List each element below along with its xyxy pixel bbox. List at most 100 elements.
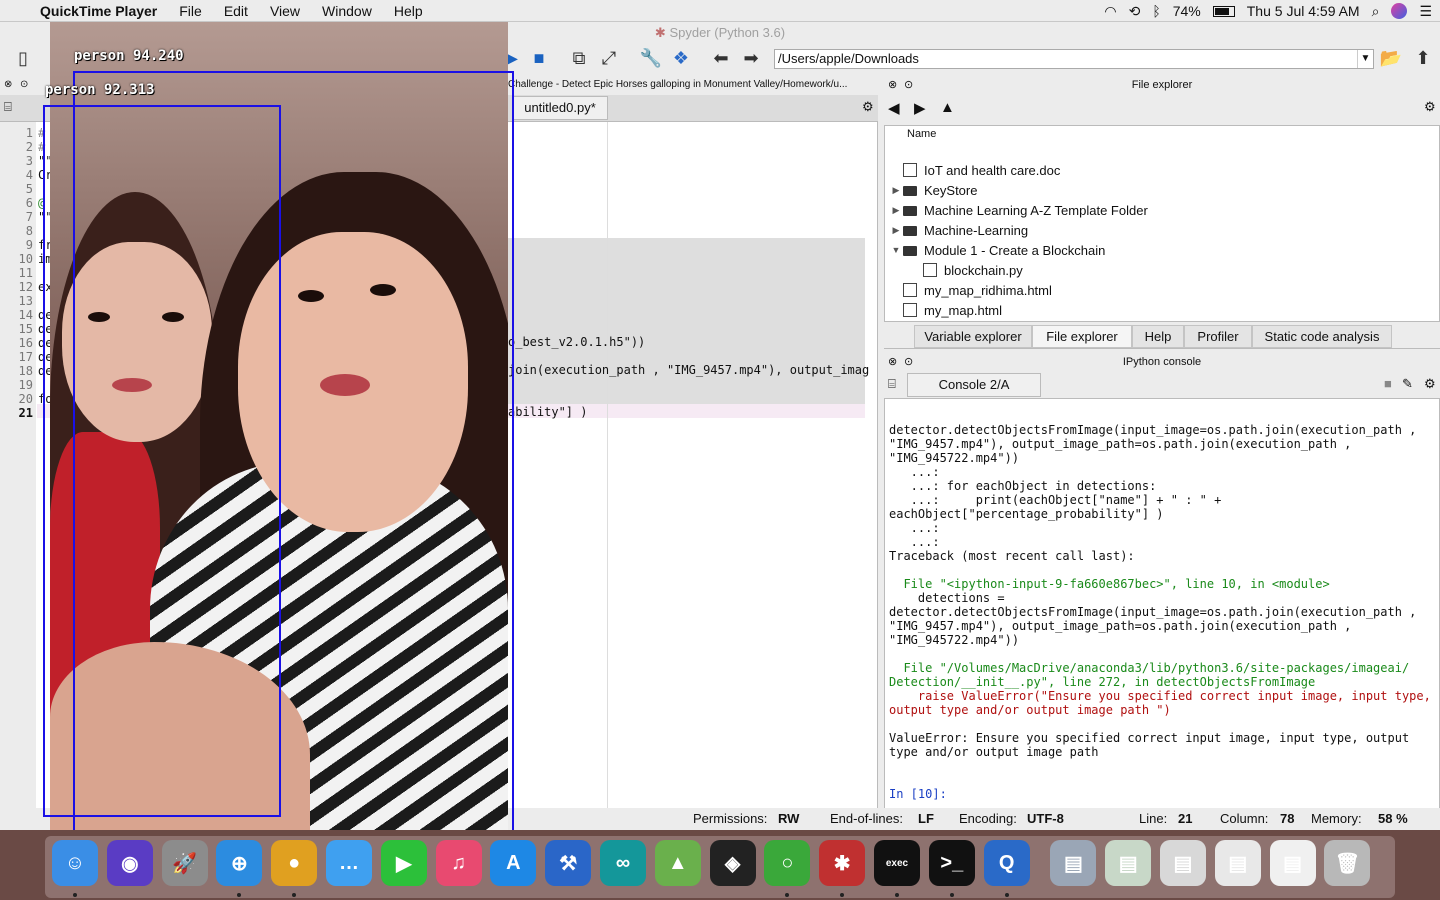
preferences-wrench-icon[interactable]: 🔧 xyxy=(640,47,662,69)
chevron-right-icon[interactable]: ▶ xyxy=(889,225,903,236)
interrupt-kernel-icon[interactable]: ■ xyxy=(1384,376,1392,391)
itunes-icon[interactable]: ♫ xyxy=(435,840,482,886)
file-tree-item[interactable]: my_map_ridhima.html xyxy=(889,280,1052,300)
app-store-icon[interactable]: A xyxy=(490,840,537,886)
new-file-icon[interactable]: ▯ xyxy=(12,47,34,69)
anaconda-icon[interactable]: ○ xyxy=(764,840,811,886)
editor-options-gear-icon[interactable]: ⚙ xyxy=(862,99,874,115)
facetime-icon[interactable]: ▶ xyxy=(380,840,427,886)
battery-percent[interactable]: 74% xyxy=(1173,3,1201,19)
close-pane-icon[interactable]: ⊗ xyxy=(888,75,897,95)
maximize-pane-icon[interactable]: ⧉ xyxy=(568,47,590,69)
running-indicator xyxy=(1004,893,1009,897)
menu-edit[interactable]: Edit xyxy=(213,3,259,19)
close-pane-icon[interactable]: ⊗ xyxy=(4,79,12,90)
menu-help[interactable]: Help xyxy=(383,3,434,19)
clock[interactable]: Thu 5 Jul 4:59 AM xyxy=(1247,3,1360,19)
undock-pane-icon[interactable]: ⊙ xyxy=(20,79,28,90)
working-directory-combobox[interactable]: /Users/apple/Downloads ▼ xyxy=(774,49,1374,69)
siri-icon[interactable]: ◉ xyxy=(106,840,153,886)
close-pane-icon[interactable]: ⊗ xyxy=(888,352,897,372)
line-number: 13 xyxy=(18,294,33,308)
finder-icon[interactable]: ☺ xyxy=(52,840,98,886)
xcode-icon[interactable]: ⚒ xyxy=(545,840,592,886)
notification-center-icon[interactable]: ☰ xyxy=(1419,3,1432,20)
file-icon xyxy=(903,163,917,177)
file-tree-item[interactable]: my_map.html xyxy=(889,300,1002,320)
android-studio-icon[interactable]: ▲ xyxy=(654,840,701,886)
parent-directory-icon[interactable]: ⬆ xyxy=(1412,47,1434,69)
line-number: 11 xyxy=(18,266,33,280)
python-path-icon[interactable]: ❖ xyxy=(670,47,692,69)
file-tree-label: Module 1 - Create a Blockchain xyxy=(924,242,1106,258)
clear-console-icon[interactable]: ✎ xyxy=(1402,376,1413,392)
file-tree-item[interactable]: blockchain.py xyxy=(909,260,1023,280)
stop-icon[interactable]: ■ xyxy=(528,47,550,69)
fullscreen-icon[interactable]: ⤢ xyxy=(598,47,620,69)
undock-pane-icon[interactable]: ⊙ xyxy=(904,75,913,95)
file-tree-item[interactable]: ▶ Machine Learning A-Z Template Folder xyxy=(889,200,1148,220)
tab-file-explorer[interactable]: File explorer xyxy=(1032,325,1132,348)
quicktime-icon[interactable]: Q xyxy=(983,840,1030,886)
chevron-down-icon[interactable]: ▼ xyxy=(889,245,903,255)
exec-terminal-icon[interactable]: exec xyxy=(874,840,920,886)
tab-untitled0[interactable]: untitled0.py* xyxy=(512,96,608,120)
tab-variable-explorer[interactable]: Variable explorer xyxy=(914,325,1032,348)
menu-file[interactable]: File xyxy=(168,3,213,19)
tab-profiler[interactable]: Profiler xyxy=(1184,325,1252,348)
line-number: 9 xyxy=(25,238,33,252)
chevron-right-icon[interactable]: ▶ xyxy=(889,185,903,196)
browse-tabs-icon[interactable]: ⌸ xyxy=(888,376,896,392)
browse-tabs-icon[interactable]: ⌸ xyxy=(4,99,12,115)
pane-tab-bar: Variable explorer File explorer Help Profil… xyxy=(884,325,1440,349)
menu-window[interactable]: Window xyxy=(311,3,383,19)
bluetooth-icon[interactable]: ᛒ xyxy=(1152,3,1160,19)
app-menu[interactable]: QuickTime Player xyxy=(29,3,168,19)
chevron-right-icon[interactable]: ▶ xyxy=(889,205,903,216)
recent-doc-4-icon[interactable]: ▤ xyxy=(1214,840,1261,886)
recent-doc-2-icon[interactable]: ▤ xyxy=(1105,840,1152,886)
file-tree-item[interactable]: ▶ KeyStore xyxy=(889,180,978,200)
arduino-icon[interactable]: ∞ xyxy=(600,840,646,886)
battery-icon[interactable] xyxy=(1212,5,1235,17)
messages-icon[interactable]: … xyxy=(326,840,372,886)
chevron-down-icon[interactable]: ▼ xyxy=(1357,50,1373,68)
terminal-icon[interactable]: >_ xyxy=(928,840,975,886)
line-label: Line: xyxy=(1139,811,1168,826)
menu-view[interactable]: View xyxy=(259,3,311,19)
back-circle-icon[interactable]: ◀ xyxy=(888,99,900,117)
recent-doc-5-icon[interactable]: ▤ xyxy=(1269,840,1316,886)
browse-folder-icon[interactable]: 📂 xyxy=(1380,47,1402,69)
unity-icon[interactable]: ◈ xyxy=(709,840,756,886)
file-tree-item[interactable]: ▼ Module 1 - Create a Blockchain xyxy=(889,240,1106,260)
launchpad-icon[interactable]: 🚀 xyxy=(161,840,208,886)
memory-value: 58 % xyxy=(1378,811,1408,826)
tab-console-2a[interactable]: Console 2/A xyxy=(907,373,1041,397)
spotlight-search-icon[interactable]: ⌕ xyxy=(1372,3,1380,20)
forward-arrow-icon[interactable]: ➡ xyxy=(740,47,762,69)
up-circle-icon[interactable]: ▲ xyxy=(940,99,955,116)
console-options-gear-icon[interactable]: ⚙ xyxy=(1424,376,1436,392)
wifi-icon[interactable]: ◠ xyxy=(1104,3,1116,20)
column-header-name[interactable]: Name xyxy=(907,128,936,140)
undock-pane-icon[interactable]: ⊙ xyxy=(904,352,913,372)
back-arrow-icon[interactable]: ⬅ xyxy=(710,47,732,69)
spyder-icon[interactable]: ✱ xyxy=(819,840,866,886)
safari-icon[interactable]: ⊕ xyxy=(216,840,263,886)
file-tree-item[interactable]: ▶ Machine-Learning xyxy=(889,220,1029,240)
file-tree-item[interactable]: IoT and health care.doc xyxy=(889,160,1060,180)
time-machine-icon[interactable]: ⟲ xyxy=(1129,3,1141,20)
console-line: "IMG_945722.mp4")) xyxy=(889,451,1020,465)
ipython-console[interactable]: detector.detectObjectsFromImage(input_im… xyxy=(884,398,1440,828)
file-tree-item[interactable]: myui_withOK.py xyxy=(889,320,1018,321)
tab-static-code-analysis[interactable]: Static code analysis xyxy=(1252,325,1392,348)
tab-help[interactable]: Help xyxy=(1132,325,1184,348)
siri-menu-icon[interactable] xyxy=(1391,3,1408,19)
trash-icon[interactable]: 🗑 xyxy=(1324,840,1371,886)
recent-doc-3-icon[interactable]: ▤ xyxy=(1160,840,1206,886)
chrome-icon[interactable]: ● xyxy=(271,840,318,886)
forward-circle-icon[interactable]: ▶ xyxy=(914,99,926,117)
explorer-options-gear-icon[interactable]: ⚙ xyxy=(1424,99,1436,115)
recent-doc-1-icon[interactable]: ▤ xyxy=(1050,840,1097,886)
running-indicator xyxy=(73,893,77,897)
